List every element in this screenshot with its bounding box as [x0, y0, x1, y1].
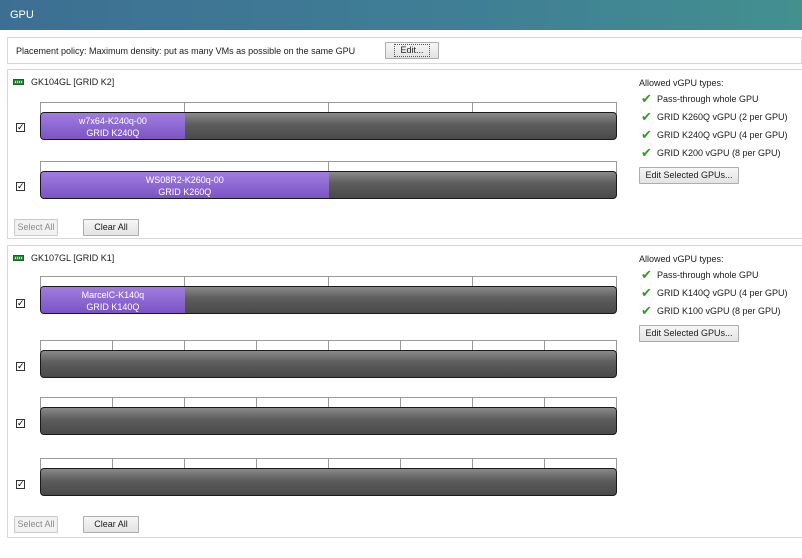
gpu-bar[interactable]: MarcelC-K140q GRID K140Q — [40, 286, 617, 314]
select-all-button[interactable]: Select All — [14, 219, 58, 236]
gpu-group-gk104gl: GK104GL [GRID K2] w7x64-K240q-00 GRID K2… — [7, 69, 802, 239]
vm-name: w7x64-K240q-00 — [78, 116, 147, 126]
gpu-group-name: GK107GL [GRID K1] — [31, 253, 115, 263]
vm-type: GRID K140Q — [86, 302, 140, 312]
clear-all-button[interactable]: Clear All — [83, 219, 139, 236]
gpu-bar[interactable]: WS08R2-K260q-00 GRID K260Q — [40, 171, 617, 199]
placement-policy-text: Placement policy: Maximum density: put a… — [16, 46, 356, 56]
gpu-track: w7x64-K240q-00 GRID K240Q — [40, 102, 617, 140]
edit-policy-button[interactable]: Edit... — [385, 42, 439, 59]
green-check-icon: ✔ — [641, 145, 652, 160]
allowed-vgpu-item: ✔ Pass-through whole GPU — [641, 91, 759, 106]
placement-policy-panel: Placement policy: Maximum density: put a… — [7, 37, 802, 64]
vm-type: GRID K260Q — [158, 187, 212, 197]
edit-policy-label: Edit... — [394, 44, 430, 57]
gpu-bar[interactable] — [40, 468, 617, 496]
vm-block[interactable]: w7x64-K240q-00 GRID K240Q — [41, 113, 185, 139]
vm-name: WS08R2-K260q-00 — [145, 175, 224, 185]
allowed-vgpu-types: Allowed vGPU types: ✔ Pass-through whole … — [639, 254, 799, 342]
vm-block[interactable]: MarcelC-K140q GRID K140Q — [41, 287, 185, 313]
gpu-chip-icon — [13, 255, 24, 261]
green-check-icon: ✔ — [641, 127, 652, 142]
gpu-track — [40, 397, 617, 435]
allowed-vgpu-item: ✔ GRID K200 vGPU (8 per GPU) — [641, 145, 781, 160]
allowed-vgpu-item: ✔ GRID K100 vGPU (8 per GPU) — [641, 303, 781, 318]
green-check-icon: ✔ — [641, 285, 652, 300]
gpu-track — [40, 340, 617, 378]
green-check-icon: ✔ — [641, 91, 652, 106]
gpu-checkbox[interactable] — [16, 299, 25, 308]
gpu-track — [40, 458, 617, 496]
allowed-vgpu-item: ✔ GRID K240Q vGPU (4 per GPU) — [641, 127, 788, 142]
vm-type: GRID K240Q — [86, 128, 140, 138]
edit-selected-gpus-button[interactable]: Edit Selected GPUs... — [639, 167, 739, 184]
gpu-bar[interactable] — [40, 407, 617, 435]
edit-selected-gpus-button[interactable]: Edit Selected GPUs... — [639, 325, 739, 342]
gpu-chip-icon — [13, 79, 24, 85]
vm-block[interactable]: WS08R2-K260q-00 GRID K260Q — [41, 172, 329, 198]
select-all-button[interactable]: Select All — [14, 516, 58, 533]
gpu-bar[interactable]: w7x64-K240q-00 GRID K240Q — [40, 112, 617, 140]
gpu-checkbox[interactable] — [16, 362, 25, 371]
gpu-checkbox[interactable] — [16, 480, 25, 489]
green-check-icon: ✔ — [641, 303, 652, 318]
allowed-vgpu-header: Allowed vGPU types: — [639, 78, 724, 88]
allowed-vgpu-item: ✔ GRID K260Q vGPU (2 per GPU) — [641, 109, 788, 124]
gpu-group-name: GK104GL [GRID K2] — [31, 77, 115, 87]
vm-name: MarcelC-K140q — [81, 290, 145, 300]
gpu-checkbox[interactable] — [16, 123, 25, 132]
allowed-vgpu-item: ✔ GRID K140Q vGPU (4 per GPU) — [641, 285, 788, 300]
clear-all-button[interactable]: Clear All — [83, 516, 139, 533]
allowed-vgpu-types: Allowed vGPU types: ✔ Pass-through whole … — [639, 78, 799, 184]
gpu-checkbox[interactable] — [16, 419, 25, 428]
gpu-checkbox[interactable] — [16, 182, 25, 191]
allowed-vgpu-item: ✔ Pass-through whole GPU — [641, 267, 759, 282]
window-title: GPU — [0, 0, 802, 30]
gpu-track: MarcelC-K140q GRID K140Q — [40, 276, 617, 314]
green-check-icon: ✔ — [641, 267, 652, 282]
gpu-bar[interactable] — [40, 350, 617, 378]
allowed-vgpu-header: Allowed vGPU types: — [639, 254, 724, 264]
gpu-group-gk107gl: GK107GL [GRID K1] MarcelC-K140q GRID K14… — [7, 245, 802, 538]
gpu-track: WS08R2-K260q-00 GRID K260Q — [40, 161, 617, 199]
green-check-icon: ✔ — [641, 109, 652, 124]
